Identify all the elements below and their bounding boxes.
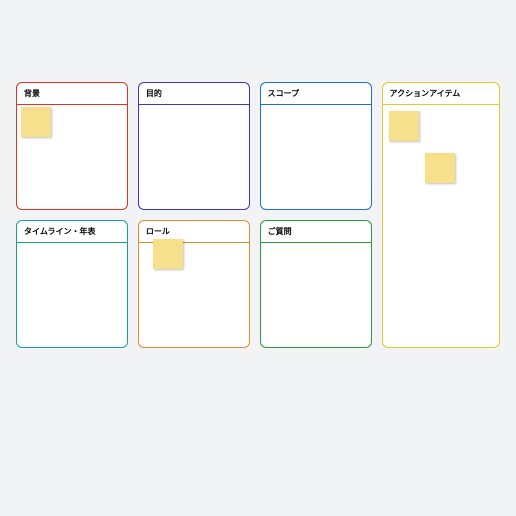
panel-action-items[interactable]: アクションアイテム xyxy=(382,82,501,348)
panel-body[interactable] xyxy=(383,105,500,347)
sticky-note[interactable] xyxy=(389,111,419,141)
board-canvas[interactable]: 背景 目的 スコープ タイムライン・年表 ロール ご質問 xyxy=(16,82,500,348)
panel-body[interactable] xyxy=(261,105,371,209)
panel-body[interactable] xyxy=(261,243,371,347)
panel-title: 背景 xyxy=(17,83,127,105)
panel-title: アクションアイテム xyxy=(383,83,500,105)
panel-background[interactable]: 背景 xyxy=(16,82,128,210)
panel-scope[interactable]: スコープ xyxy=(260,82,372,210)
panel-purpose[interactable]: 目的 xyxy=(138,82,250,210)
panel-title: ご質問 xyxy=(261,221,371,243)
side-column: アクションアイテム xyxy=(382,82,501,348)
panel-title: 目的 xyxy=(139,83,249,105)
panel-questions[interactable]: ご質問 xyxy=(260,220,372,348)
panel-timeline[interactable]: タイムライン・年表 xyxy=(16,220,128,348)
sticky-note[interactable] xyxy=(153,239,183,269)
panel-body[interactable] xyxy=(17,105,127,209)
panel-title: タイムライン・年表 xyxy=(17,221,127,243)
panel-roles[interactable]: ロール xyxy=(138,220,250,348)
main-grid: 背景 目的 スコープ タイムライン・年表 ロール ご質問 xyxy=(16,82,372,348)
sticky-note[interactable] xyxy=(21,107,51,137)
panel-body[interactable] xyxy=(17,243,127,347)
panel-body[interactable] xyxy=(139,105,249,209)
sticky-note[interactable] xyxy=(425,153,455,183)
panel-title: スコープ xyxy=(261,83,371,105)
panel-body[interactable] xyxy=(139,243,249,347)
